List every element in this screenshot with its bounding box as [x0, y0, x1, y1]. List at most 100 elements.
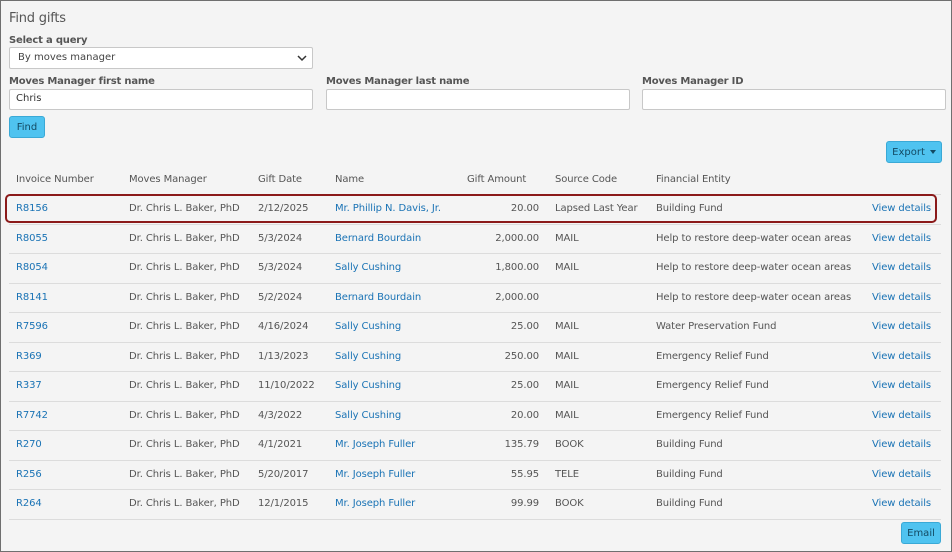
invoice-link[interactable]: R369: [16, 351, 42, 362]
export-button[interactable]: Export: [886, 141, 942, 163]
caret-down-icon: [929, 150, 936, 154]
entity-cell: Help to restore deep-water ocean areas: [656, 232, 852, 244]
manager-id-label: Moves Manager ID: [642, 76, 744, 87]
table-row: R264 Dr. Chris L. Baker, PhD 12/1/2015 Mr. …: [9, 489, 941, 518]
date-cell: 11/10/2022: [258, 380, 315, 391]
export-button-label: Export: [892, 147, 925, 158]
table-row: R8156 Dr. Chris L. Baker, PhD 2/12/2025 Mr.…: [9, 194, 941, 223]
source-cell: Lapsed Last Year: [555, 203, 638, 214]
header-amount: Gift Amount: [467, 174, 527, 185]
entity-cell: Building Fund: [656, 498, 723, 509]
view-details-link[interactable]: View details: [872, 498, 931, 509]
table-row: R7596 Dr. Chris L. Baker, PhD 4/16/2024 Sal…: [9, 312, 941, 341]
donor-name-link[interactable]: Sally Cushing: [335, 351, 401, 362]
query-label: Select a query: [9, 35, 88, 46]
first-name-label: Moves Manager first name: [9, 76, 155, 87]
amount-cell: 1,800.00: [495, 262, 539, 273]
date-cell: 4/1/2021: [258, 439, 303, 450]
manager-cell: Dr. Chris L. Baker, PhD: [129, 380, 240, 391]
first-name-input[interactable]: Chris: [9, 89, 313, 110]
last-name-input[interactable]: [326, 89, 630, 110]
date-cell: 4/16/2024: [258, 321, 309, 332]
find-gifts-panel: Find gifts Select a query By moves manag…: [0, 0, 952, 552]
source-cell: MAIL: [555, 262, 579, 273]
entity-cell: Water Preservation Fund: [656, 321, 777, 332]
query-select[interactable]: By moves manager: [9, 47, 313, 69]
table-row: R7742 Dr. Chris L. Baker, PhD 4/3/2022 Sall…: [9, 400, 941, 430]
source-cell: MAIL: [555, 350, 579, 362]
manager-cell: Dr. Chris L. Baker, PhD: [129, 498, 240, 509]
amount-cell: 135.79: [504, 439, 539, 450]
find-button[interactable]: Find: [9, 116, 45, 138]
invoice-link[interactable]: R8141: [16, 292, 48, 303]
manager-cell: Dr. Chris L. Baker, PhD: [129, 409, 240, 421]
view-details-link[interactable]: View details: [872, 262, 931, 273]
header-name: Name: [335, 174, 365, 185]
amount-cell: 250.00: [504, 350, 539, 362]
view-details-link[interactable]: View details: [872, 292, 931, 303]
invoice-link[interactable]: R7742: [16, 410, 48, 421]
invoice-link[interactable]: R8156: [16, 203, 48, 214]
table-row: R256 Dr. Chris L. Baker, PhD 5/20/2017 Mr. …: [9, 459, 941, 489]
manager-id-input[interactable]: [642, 89, 946, 110]
header-date: Gift Date: [258, 174, 302, 185]
manager-cell: Dr. Chris L. Baker, PhD: [129, 203, 240, 214]
amount-cell: 20.00: [510, 203, 539, 214]
source-cell: TELE: [555, 468, 579, 480]
amount-cell: 2,000.00: [495, 291, 539, 303]
donor-name-link[interactable]: Bernard Bourdain: [335, 292, 421, 303]
view-details-link[interactable]: View details: [872, 321, 931, 332]
date-cell: 5/3/2024: [258, 262, 303, 273]
donor-name-link[interactable]: Bernard Bourdain: [335, 233, 421, 244]
header-entity: Financial Entity: [656, 174, 731, 185]
donor-name-link[interactable]: Sally Cushing: [335, 380, 401, 391]
donor-name-link[interactable]: Mr. Joseph Fuller: [335, 439, 415, 450]
donor-name-link[interactable]: Sally Cushing: [335, 410, 401, 421]
source-cell: MAIL: [555, 409, 579, 421]
last-name-label: Moves Manager last name: [326, 76, 470, 87]
invoice-link[interactable]: R264: [16, 498, 42, 509]
entity-cell: Help to restore deep-water ocean areas: [656, 262, 852, 273]
donor-name-link[interactable]: Mr. Joseph Fuller: [335, 498, 415, 509]
manager-cell: Dr. Chris L. Baker, PhD: [129, 291, 240, 303]
donor-name-link[interactable]: Mr. Joseph Fuller: [335, 469, 415, 480]
chevron-down-icon: [297, 55, 307, 62]
donor-name-link[interactable]: Sally Cushing: [335, 262, 401, 273]
date-cell: 5/2/2024: [258, 291, 303, 303]
view-details-link[interactable]: View details: [872, 410, 931, 421]
invoice-link[interactable]: R7596: [16, 321, 48, 332]
email-button-label: Email: [907, 528, 935, 539]
view-details-link[interactable]: View details: [872, 233, 931, 244]
view-details-link[interactable]: View details: [872, 351, 931, 362]
date-cell: 2/12/2025: [258, 203, 309, 214]
find-button-label: Find: [16, 122, 38, 133]
date-cell: 4/3/2022: [258, 409, 303, 421]
table-row: R270 Dr. Chris L. Baker, PhD 4/1/2021 Mr. J…: [9, 430, 941, 459]
source-cell: MAIL: [555, 232, 579, 244]
invoice-link[interactable]: R256: [16, 469, 42, 480]
invoice-link[interactable]: R8055: [16, 233, 48, 244]
entity-cell: Building Fund: [656, 468, 723, 480]
entity-cell: Building Fund: [656, 203, 723, 214]
source-cell: MAIL: [555, 380, 579, 391]
manager-cell: Dr. Chris L. Baker, PhD: [129, 439, 240, 450]
donor-name-link[interactable]: Sally Cushing: [335, 321, 401, 332]
view-details-link[interactable]: View details: [872, 469, 931, 480]
invoice-link[interactable]: R8054: [16, 262, 48, 273]
table-bottom-divider: [9, 519, 941, 520]
donor-name-link[interactable]: Mr. Phillip N. Davis, Jr.: [335, 203, 441, 214]
date-cell: 5/3/2024: [258, 232, 303, 244]
entity-cell: Emergency Relief Fund: [656, 380, 769, 391]
date-cell: 1/13/2023: [258, 350, 309, 362]
amount-cell: 99.99: [510, 498, 539, 509]
view-details-link[interactable]: View details: [872, 380, 931, 391]
view-details-link[interactable]: View details: [872, 439, 931, 450]
email-button[interactable]: Email: [901, 522, 941, 544]
table-row: R8054 Dr. Chris L. Baker, PhD 5/3/2024 Sall…: [9, 253, 941, 282]
header-source: Source Code: [555, 174, 618, 185]
manager-cell: Dr. Chris L. Baker, PhD: [129, 468, 240, 480]
invoice-link[interactable]: R337: [16, 380, 42, 391]
invoice-link[interactable]: R270: [16, 439, 42, 450]
view-details-link[interactable]: View details: [872, 203, 931, 214]
source-cell: MAIL: [555, 321, 579, 332]
